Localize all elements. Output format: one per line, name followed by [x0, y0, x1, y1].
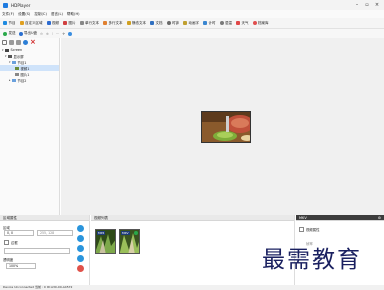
- action-toolbar: 发送 导出U盘 ⊖ ⊕ ⫶ ⋯ ✛: [0, 29, 384, 38]
- menu-file[interactable]: 文件(F): [2, 12, 14, 17]
- video-area-icon: [15, 66, 19, 70]
- zoom-out-button[interactable]: ⊖: [40, 30, 43, 38]
- distribute-icon[interactable]: ⋯: [56, 30, 60, 38]
- add-media-button[interactable]: [77, 225, 84, 232]
- properties-header: 区域属性: [0, 215, 89, 221]
- single-line-text-button[interactable]: 单行文本: [79, 19, 99, 27]
- media-list-header: 视频列表: [91, 215, 294, 221]
- video-property-label: 视频属性: [306, 228, 320, 232]
- image-area-icon: [15, 72, 19, 76]
- move-up-icon[interactable]: [23, 40, 28, 45]
- static-text-icon: [126, 21, 131, 25]
- position-input[interactable]: 0, 0: [4, 230, 34, 236]
- video-icon: [46, 21, 51, 25]
- document-icon: [150, 21, 154, 25]
- watermark-text: 最需教育: [262, 247, 362, 273]
- menu-bar: 文件(F) 设置(S) 控制(C) 语言(L) 帮助(H): [0, 10, 384, 18]
- image-button[interactable]: 图片: [63, 19, 76, 27]
- menu-language[interactable]: 语言(L): [51, 12, 63, 17]
- weather-icon: [236, 21, 240, 25]
- move-down-media-button[interactable]: [77, 245, 84, 252]
- document-button[interactable]: 文档: [150, 19, 163, 27]
- tree-toolbar: ×: [0, 38, 59, 47]
- program-folder-icon: [12, 60, 16, 64]
- copy-icon[interactable]: [9, 40, 14, 45]
- clock-button[interactable]: 时钟: [166, 19, 179, 27]
- preview-icon: [68, 31, 73, 36]
- display-icon: [8, 54, 12, 58]
- size-input[interactable]: 255, 128: [37, 230, 73, 236]
- mkv-header: MKV: [296, 215, 384, 221]
- weather-button[interactable]: 天气: [236, 19, 249, 27]
- animated-text-icon: [183, 21, 187, 25]
- paste-icon[interactable]: [16, 40, 21, 45]
- media-item[interactable]: MKV: [119, 229, 140, 254]
- multi-text-icon: [103, 21, 107, 25]
- menu-settings[interactable]: 设置(S): [18, 12, 30, 17]
- menu-control[interactable]: 控制(C): [34, 12, 47, 17]
- usb-icon: [18, 31, 23, 36]
- screen-icon: [5, 48, 9, 52]
- single-text-icon: [79, 21, 84, 25]
- cut-icon[interactable]: [2, 40, 7, 45]
- align-icon[interactable]: ⫶: [52, 30, 53, 38]
- border-checkbox[interactable]: [4, 240, 9, 245]
- border-checkbox-label: 边框: [11, 241, 18, 245]
- timer-icon: [203, 21, 207, 25]
- delete-icon[interactable]: ×: [30, 39, 36, 46]
- archive-icon: [252, 21, 257, 25]
- animated-text-button[interactable]: 动画字: [183, 19, 199, 27]
- selected-check-icon: [134, 231, 138, 235]
- effect-dropdown[interactable]: [4, 248, 70, 254]
- tree-item-program2[interactable]: ▸ 节目2: [0, 77, 59, 83]
- insert-toolbar: 节目 自定义区域 视频 图片 单行文本 多行文本 静态文本 文档 时钟 动画字 …: [0, 18, 384, 29]
- program-icon: [3, 21, 7, 25]
- minimize-button[interactable]: –: [352, 1, 362, 9]
- title-bar: HDPlayer – ▫ ×: [0, 0, 384, 10]
- humidity-temperature-button[interactable]: 湿温: [219, 19, 232, 27]
- send-icon: [3, 31, 7, 36]
- media-item[interactable]: MP4: [95, 229, 116, 254]
- program-button[interactable]: 节目: [3, 19, 16, 27]
- custom-area-icon: [19, 21, 24, 25]
- export-usb-button[interactable]: 导出U盘: [18, 30, 37, 38]
- preview-button[interactable]: [68, 30, 74, 38]
- program-tree-panel: × ▾ Screen ▾ 显示屏 ▾ 节目1 视频1 图片1 ▸ 节目2: [0, 38, 60, 215]
- move-up-media-button[interactable]: [77, 235, 84, 242]
- opacity-input[interactable]: 100%: [6, 263, 36, 269]
- thermometer-icon: [219, 21, 224, 25]
- window-title: HDPlayer: [11, 2, 31, 8]
- image-icon: [63, 21, 67, 25]
- panel-gear-icon[interactable]: ⚙: [378, 216, 381, 220]
- custom-area-button[interactable]: 自定义区域: [19, 19, 43, 27]
- opacity-label: 透明度: [3, 258, 14, 262]
- timer-button[interactable]: 计时: [203, 19, 216, 27]
- app-logo-icon: [3, 2, 8, 8]
- close-window-button[interactable]: ×: [372, 1, 382, 9]
- static-text-button[interactable]: 静态文本: [126, 19, 146, 27]
- video-frame-image: [202, 112, 250, 142]
- clock-icon: [166, 21, 171, 25]
- delete-media-button[interactable]: [77, 265, 84, 272]
- status-bar: Device Unconnected 当前 : 0 ID:A30-00-A457…: [0, 285, 384, 290]
- menu-help[interactable]: 帮助(H): [67, 12, 80, 17]
- video-button[interactable]: 视频: [46, 19, 59, 27]
- send-button[interactable]: 发送: [3, 30, 16, 38]
- multi-line-text-button[interactable]: 多行文本: [103, 19, 123, 27]
- zoom-in-button[interactable]: ⊕: [46, 30, 49, 38]
- archive-button[interactable]: 档案库: [252, 19, 269, 27]
- settings-media-button[interactable]: [77, 255, 84, 262]
- crosshair-icon[interactable]: ✛: [62, 30, 65, 38]
- video-property-checkbox[interactable]: [299, 227, 304, 232]
- video-preview-window[interactable]: [201, 111, 251, 143]
- maximize-button[interactable]: ▫: [362, 1, 372, 9]
- program-folder-icon: [12, 78, 16, 82]
